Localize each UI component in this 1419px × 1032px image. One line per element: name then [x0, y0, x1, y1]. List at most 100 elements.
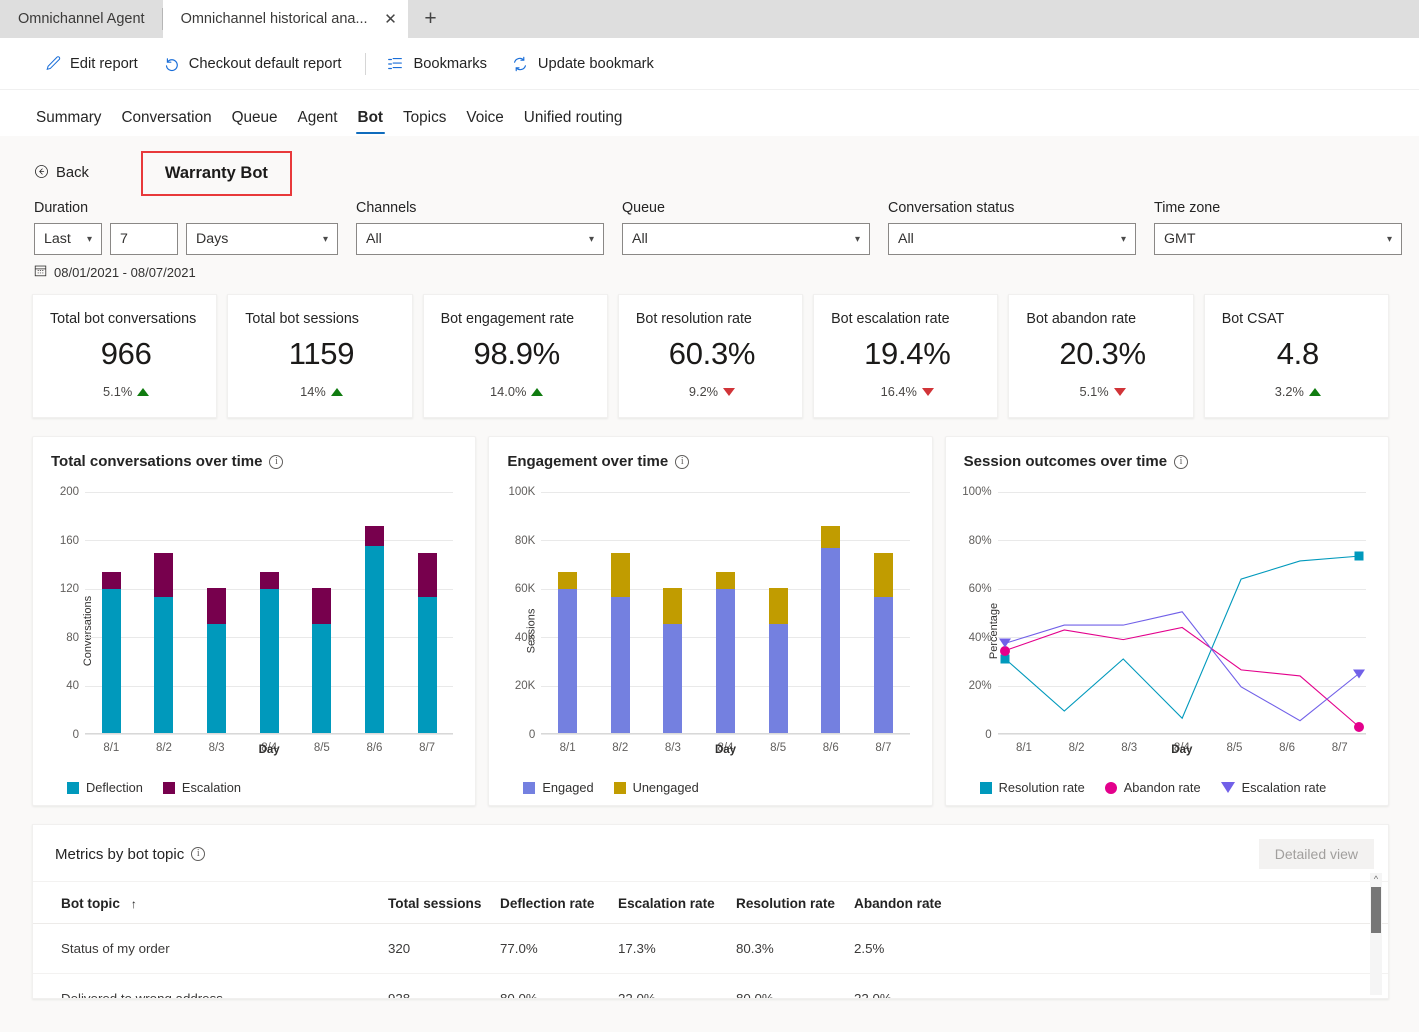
legend-item-unengaged[interactable]: Unengaged — [613, 780, 699, 795]
bar-segment[interactable] — [768, 623, 788, 734]
queue-select[interactable]: All ▾ — [622, 223, 870, 255]
browser-tab-historical-analytics[interactable]: Omnichannel historical ana... ✕ — [162, 0, 408, 38]
bar-column[interactable]: 8/7 — [857, 492, 910, 754]
tab-unified-routing[interactable]: Unified routing — [514, 109, 633, 136]
bar-column[interactable]: 8/2 — [138, 492, 191, 754]
detailed-view-button[interactable]: Detailed view — [1258, 839, 1374, 869]
bar-segment[interactable] — [610, 597, 630, 734]
bar-segment[interactable] — [364, 546, 384, 734]
tab-bot[interactable]: Bot — [348, 109, 394, 136]
browser-tab-omnichannel-agent[interactable]: Omnichannel Agent — [0, 0, 163, 38]
stacked-bar[interactable] — [821, 525, 841, 734]
tab-voice[interactable]: Voice — [456, 109, 513, 136]
bar-segment[interactable] — [768, 587, 788, 624]
bar-column[interactable]: 8/6 — [804, 492, 857, 754]
column-header-bot-topic[interactable]: Bot topic ↑ — [33, 882, 388, 924]
bar-segment[interactable] — [873, 597, 893, 734]
new-tab-icon[interactable]: + — [408, 0, 454, 38]
legend-item-resolution-rate[interactable]: Resolution rate — [979, 780, 1085, 795]
column-header-resolution-rate[interactable]: Resolution rate — [736, 882, 854, 924]
bar-segment[interactable] — [259, 588, 279, 734]
bar-column[interactable]: 8/2 — [594, 492, 647, 754]
stacked-bar[interactable] — [312, 587, 332, 734]
tab-queue[interactable]: Queue — [222, 109, 288, 136]
legend-item-escalation[interactable]: Escalation — [162, 780, 241, 795]
table-vertical-scrollbar[interactable]: ^ — [1370, 873, 1382, 995]
info-icon[interactable]: i — [1174, 454, 1189, 469]
conversation-status-select[interactable]: All ▾ — [888, 223, 1136, 255]
column-header-abandon-rate[interactable]: Abandon rate — [854, 882, 1388, 924]
legend-item-deflection[interactable]: Deflection — [67, 780, 143, 795]
bar-column[interactable]: 8/3 — [647, 492, 700, 754]
stacked-bar[interactable] — [716, 571, 736, 734]
column-header-total-sessions[interactable]: Total sessions — [388, 882, 500, 924]
bar-column[interactable]: 8/1 — [85, 492, 138, 754]
bar-segment[interactable] — [312, 587, 332, 624]
column-header-deflection-rate[interactable]: Deflection rate — [500, 882, 618, 924]
bar-segment[interactable] — [417, 597, 437, 734]
legend-item-abandon-rate[interactable]: Abandon rate — [1104, 780, 1201, 795]
bar-segment[interactable] — [417, 552, 437, 598]
table-row[interactable]: Status of my order 320 77.0% 17.3% 80.3% 2.5% — [33, 923, 1388, 974]
bar-segment[interactable] — [558, 588, 578, 734]
bar-segment[interactable] — [821, 547, 841, 734]
tab-summary[interactable]: Summary — [26, 109, 111, 136]
back-button[interactable]: Back — [34, 164, 89, 183]
tab-agent[interactable]: Agent — [288, 109, 348, 136]
scrollbar-thumb[interactable] — [1371, 887, 1381, 933]
bar-column[interactable]: 8/1 — [541, 492, 594, 754]
bar-segment[interactable] — [207, 587, 227, 624]
update-bookmark-button[interactable]: Update bookmark — [501, 49, 668, 79]
info-icon[interactable]: i — [675, 454, 690, 469]
duration-relative-select[interactable]: Last ▾ — [34, 223, 102, 255]
stacked-bar[interactable] — [768, 587, 788, 734]
bar-segment[interactable] — [207, 623, 227, 734]
bar-column[interactable]: 8/3 — [190, 492, 243, 754]
bar-segment[interactable] — [663, 623, 683, 734]
channels-select[interactable]: All ▾ — [356, 223, 604, 255]
bar-column[interactable]: 8/4 — [699, 492, 752, 754]
bar-segment[interactable] — [716, 588, 736, 734]
tab-conversation[interactable]: Conversation — [111, 109, 221, 136]
legend-item-escalation-rate[interactable]: Escalation rate — [1220, 780, 1326, 795]
bar-segment[interactable] — [101, 571, 121, 589]
bar-segment[interactable] — [558, 571, 578, 589]
stacked-bar[interactable] — [207, 587, 227, 734]
edit-report-button[interactable]: Edit report — [34, 49, 152, 78]
bar-column[interactable]: 8/6 — [348, 492, 401, 754]
legend-item-engaged[interactable]: Engaged — [523, 780, 594, 795]
time-zone-select[interactable]: GMT ▾ — [1154, 223, 1402, 255]
bar-segment[interactable] — [663, 587, 683, 624]
bar-segment[interactable] — [154, 597, 174, 734]
bar-segment[interactable] — [259, 571, 279, 589]
bar-segment[interactable] — [610, 552, 630, 598]
stacked-bar[interactable] — [610, 552, 630, 734]
bar-segment[interactable] — [312, 623, 332, 734]
scroll-up-icon[interactable]: ^ — [1370, 873, 1382, 885]
bar-segment[interactable] — [716, 571, 736, 589]
stacked-bar[interactable] — [364, 525, 384, 734]
duration-unit-select[interactable]: Days ▾ — [186, 223, 338, 255]
info-icon[interactable]: i — [269, 454, 284, 469]
stacked-bar[interactable] — [417, 552, 437, 734]
stacked-bar[interactable] — [154, 552, 174, 734]
column-header-escalation-rate[interactable]: Escalation rate — [618, 882, 736, 924]
bar-segment[interactable] — [101, 588, 121, 734]
info-icon[interactable]: i — [191, 847, 206, 861]
stacked-bar[interactable] — [663, 587, 683, 734]
bar-segment[interactable] — [154, 552, 174, 598]
close-icon[interactable]: ✕ — [382, 10, 400, 28]
tab-topics[interactable]: Topics — [393, 109, 456, 136]
bar-column[interactable]: 8/7 — [401, 492, 454, 754]
table-row[interactable]: Delivered to wrong address 928 80.0% 22.0% 8… — [33, 973, 1388, 998]
stacked-bar[interactable] — [259, 571, 279, 734]
bookmarks-button[interactable]: Bookmarks — [376, 49, 500, 79]
stacked-bar[interactable] — [101, 571, 121, 734]
bar-column[interactable]: 8/5 — [296, 492, 349, 754]
bar-column[interactable]: 8/4 — [243, 492, 296, 754]
checkout-default-report-button[interactable]: Checkout default report — [152, 49, 356, 79]
stacked-bar[interactable] — [873, 552, 893, 734]
bar-segment[interactable] — [873, 552, 893, 598]
duration-amount-input[interactable]: 7 — [110, 223, 178, 255]
bar-segment[interactable] — [821, 525, 841, 548]
